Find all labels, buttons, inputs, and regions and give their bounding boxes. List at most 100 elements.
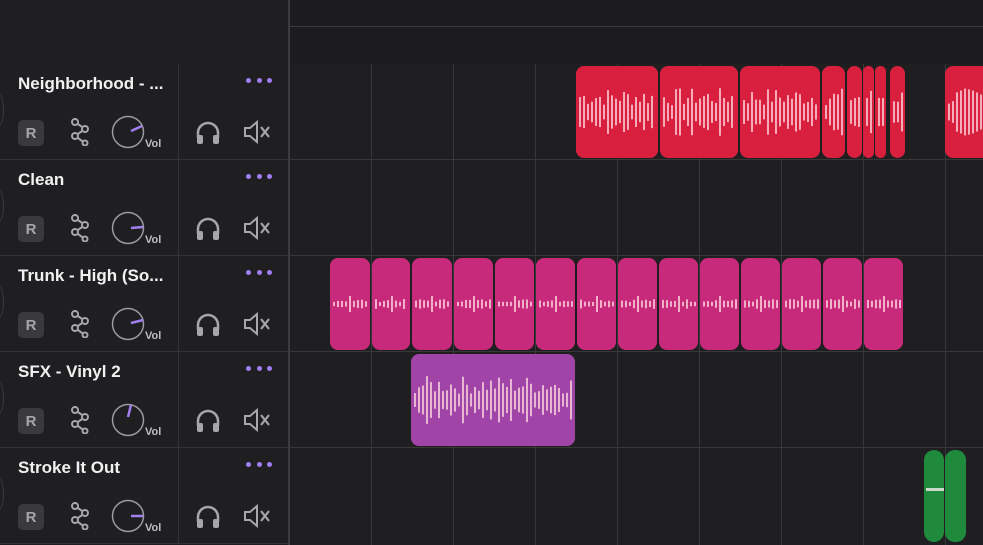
automation-icon[interactable] bbox=[68, 406, 94, 434]
arrangement-area[interactable] bbox=[288, 64, 983, 545]
more-options-icon[interactable] bbox=[246, 72, 272, 88]
speaker-mute-icon[interactable] bbox=[242, 118, 272, 146]
volume-knob[interactable] bbox=[111, 115, 145, 149]
headphones-icon[interactable] bbox=[194, 118, 222, 146]
audio-clip[interactable] bbox=[863, 66, 874, 158]
waveform bbox=[825, 88, 843, 136]
record-arm-button[interactable]: R bbox=[18, 312, 44, 338]
audio-clip[interactable] bbox=[822, 66, 845, 158]
more-options-icon[interactable] bbox=[246, 456, 272, 472]
audio-clip[interactable] bbox=[659, 258, 698, 350]
waveform bbox=[785, 296, 819, 312]
volume-knob[interactable] bbox=[111, 499, 145, 533]
automation-icon[interactable] bbox=[68, 502, 94, 530]
audio-clip[interactable] bbox=[454, 258, 493, 350]
waveform bbox=[703, 296, 737, 312]
audio-clip[interactable] bbox=[823, 258, 862, 350]
record-arm-button[interactable]: R bbox=[18, 120, 44, 146]
waveform bbox=[663, 88, 733, 136]
automation-icon[interactable] bbox=[68, 310, 94, 338]
track-header[interactable]: Stroke It Out R Vol bbox=[0, 448, 288, 544]
track-name[interactable]: Neighborhood - ... bbox=[18, 74, 173, 94]
volume-knob[interactable] bbox=[111, 403, 145, 437]
audio-clip[interactable] bbox=[372, 258, 410, 350]
audio-clip[interactable] bbox=[412, 258, 452, 350]
waveform bbox=[333, 296, 367, 312]
track-header[interactable]: Clean R Vol bbox=[0, 160, 288, 256]
audio-clip[interactable] bbox=[875, 66, 886, 158]
track-divider bbox=[290, 447, 983, 448]
track-divider bbox=[290, 159, 983, 160]
audio-clip[interactable] bbox=[890, 66, 905, 158]
record-arm-button[interactable]: R bbox=[18, 504, 44, 530]
audio-clip[interactable] bbox=[945, 450, 966, 542]
audio-clip[interactable] bbox=[741, 258, 780, 350]
panel-edge bbox=[0, 478, 4, 510]
volume-label: Vol bbox=[145, 138, 162, 150]
header-divider bbox=[178, 64, 179, 159]
speaker-mute-icon[interactable] bbox=[242, 502, 272, 530]
waveform bbox=[539, 296, 573, 312]
audio-clip[interactable] bbox=[782, 258, 821, 350]
track-divider bbox=[290, 255, 983, 256]
speaker-mute-icon[interactable] bbox=[242, 406, 272, 434]
speaker-mute-icon[interactable] bbox=[242, 214, 272, 242]
volume-label: Vol bbox=[145, 330, 162, 342]
header-divider bbox=[178, 256, 179, 351]
audio-clip[interactable] bbox=[660, 66, 738, 158]
volume-knob[interactable] bbox=[111, 307, 145, 341]
audio-clip[interactable] bbox=[618, 258, 657, 350]
track-name[interactable]: SFX - Vinyl 2 bbox=[18, 362, 173, 382]
audio-clip[interactable] bbox=[495, 258, 534, 350]
waveform bbox=[579, 90, 653, 134]
waveform bbox=[415, 296, 449, 312]
volume-knob[interactable] bbox=[111, 211, 145, 245]
panel-edge bbox=[0, 382, 4, 414]
ruler-divider bbox=[290, 26, 983, 27]
track-header[interactable]: Trunk - High (So... R Vol bbox=[0, 256, 288, 352]
track-name[interactable]: Trunk - High (So... bbox=[18, 266, 173, 286]
waveform bbox=[414, 376, 572, 424]
track-header[interactable]: Neighborhood - ... R Vol bbox=[0, 64, 288, 160]
waveform bbox=[375, 296, 405, 312]
volume-label: Vol bbox=[145, 234, 162, 246]
volume-label: Vol bbox=[145, 426, 162, 438]
record-arm-button[interactable]: R bbox=[18, 408, 44, 434]
audio-clip[interactable] bbox=[945, 66, 983, 158]
track-header[interactable]: SFX - Vinyl 2 R Vol bbox=[0, 352, 288, 448]
header-divider bbox=[178, 448, 179, 543]
track-headers: Neighborhood - ... R Vol Clean R Vol Tru… bbox=[0, 64, 288, 544]
waveform bbox=[866, 90, 872, 134]
audio-clip[interactable] bbox=[740, 66, 820, 158]
headphones-icon[interactable] bbox=[194, 406, 222, 434]
more-options-icon[interactable] bbox=[246, 264, 272, 280]
record-arm-button[interactable]: R bbox=[18, 216, 44, 242]
waveform bbox=[867, 296, 901, 312]
track-name[interactable]: Stroke It Out bbox=[18, 458, 173, 478]
audio-clip[interactable] bbox=[536, 258, 575, 350]
timeline-ruler[interactable] bbox=[288, 0, 983, 64]
more-options-icon[interactable] bbox=[246, 168, 272, 184]
automation-icon[interactable] bbox=[68, 118, 94, 146]
waveform bbox=[743, 89, 817, 135]
headphones-icon[interactable] bbox=[194, 502, 222, 530]
audio-clip[interactable] bbox=[864, 258, 903, 350]
more-options-icon[interactable] bbox=[246, 360, 272, 376]
audio-clip[interactable] bbox=[576, 66, 658, 158]
speaker-mute-icon[interactable] bbox=[242, 310, 272, 338]
audio-clip[interactable] bbox=[700, 258, 739, 350]
headphones-icon[interactable] bbox=[194, 214, 222, 242]
track-name[interactable]: Clean bbox=[18, 170, 173, 190]
audio-clip[interactable] bbox=[577, 258, 616, 350]
audio-clip[interactable] bbox=[924, 450, 944, 542]
audio-clip[interactable] bbox=[411, 354, 575, 446]
automation-icon[interactable] bbox=[68, 214, 94, 242]
audio-clip[interactable] bbox=[847, 66, 862, 158]
waveform bbox=[662, 296, 696, 312]
waveform bbox=[850, 97, 860, 127]
waveform bbox=[826, 296, 860, 312]
waveform bbox=[580, 296, 614, 312]
headphones-icon[interactable] bbox=[194, 310, 222, 338]
audio-clip[interactable] bbox=[330, 258, 370, 350]
waveform bbox=[878, 97, 884, 127]
